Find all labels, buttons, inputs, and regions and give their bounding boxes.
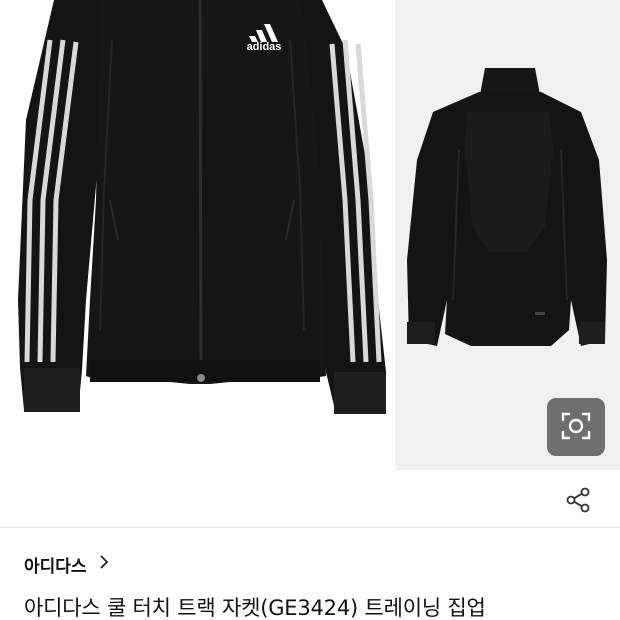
product-main-image[interactable]: adidas <box>0 0 395 470</box>
chevron-right-icon <box>99 554 109 575</box>
camera-search-icon <box>560 410 592 445</box>
product-image-gallery[interactable]: adidas <box>0 0 620 470</box>
section-divider <box>0 527 620 528</box>
brand-logo-text: adidas <box>247 41 282 53</box>
image-search-button[interactable] <box>547 398 605 456</box>
brand-link[interactable]: 아디다스 <box>24 550 109 578</box>
product-title: 아디다스 쿨 터치 트랙 자켓(GE3424) 트레이닝 집업 <box>24 596 486 620</box>
share-icon <box>564 486 592 517</box>
share-button[interactable] <box>560 483 596 519</box>
brand-name: 아디다스 <box>24 556 87 577</box>
